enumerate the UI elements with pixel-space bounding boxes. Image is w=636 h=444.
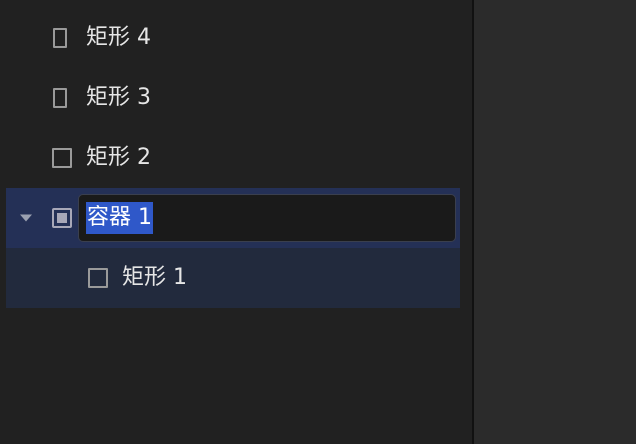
rectangle-icon bbox=[88, 268, 108, 288]
layer-row-container-1[interactable]: 容器 1 bbox=[6, 188, 460, 248]
container-icon bbox=[52, 208, 72, 228]
layer-label: 矩形 4 bbox=[86, 25, 151, 50]
layer-label: 矩形 1 bbox=[122, 265, 187, 290]
layers-panel: 矩形 4 矩形 3 矩形 2 容器 1 矩形 1 bbox=[0, 0, 472, 444]
layer-row-rect-1[interactable]: 矩形 1 bbox=[6, 248, 460, 308]
layer-row-rect-2[interactable]: 矩形 2 bbox=[6, 128, 460, 188]
layer-label: 矩形 3 bbox=[86, 85, 151, 110]
disclosure-triangle-down-icon[interactable] bbox=[20, 214, 32, 222]
layer-rename-input[interactable]: 容器 1 bbox=[78, 194, 456, 242]
rename-input-selected-text[interactable]: 容器 1 bbox=[86, 202, 153, 234]
rectangle-icon bbox=[53, 88, 67, 108]
layer-label: 矩形 2 bbox=[86, 145, 151, 170]
layer-row-rect-3[interactable]: 矩形 3 bbox=[6, 68, 460, 128]
container-icon-fill bbox=[57, 213, 67, 223]
layer-row-rect-4[interactable]: 矩形 4 bbox=[6, 8, 460, 68]
app-window: 矩形 4 矩形 3 矩形 2 容器 1 矩形 1 bbox=[0, 0, 636, 444]
rectangle-icon bbox=[53, 28, 67, 48]
rectangle-icon bbox=[52, 148, 72, 168]
canvas-area[interactable] bbox=[474, 0, 636, 444]
